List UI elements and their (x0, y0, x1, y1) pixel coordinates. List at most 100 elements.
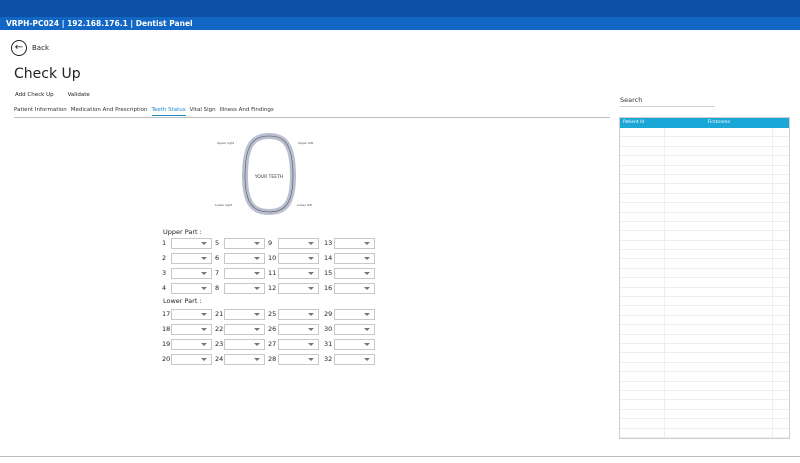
table-row[interactable] (620, 325, 789, 335)
table-row[interactable] (620, 259, 789, 269)
table-cell (620, 174, 665, 184)
tooth-number-label: 15 (324, 269, 333, 277)
table-row[interactable] (620, 315, 789, 326)
table-row[interactable] (620, 250, 789, 260)
tooth-number-label: 21 (215, 310, 224, 318)
tooth-number-label: 10 (268, 254, 277, 262)
tab-teeth-status[interactable]: Teeth Status (151, 107, 186, 116)
add-check-up-button[interactable]: Add Check Up (15, 92, 54, 98)
table-row[interactable] (620, 390, 789, 401)
tooth-status-dropdown[interactable] (224, 238, 265, 249)
tooth-status-dropdown[interactable] (171, 309, 212, 320)
tooth-status-dropdown[interactable] (224, 324, 265, 335)
tooth-status-dropdown[interactable] (224, 339, 265, 350)
column-header-patient-id[interactable]: Patient Id (620, 118, 665, 128)
top-bar (0, 0, 800, 17)
table-row[interactable] (620, 353, 789, 363)
table-row[interactable] (620, 165, 789, 175)
search-input[interactable] (620, 106, 715, 107)
back-button[interactable]: ← Back (11, 40, 49, 56)
tooth-status-dropdown[interactable] (278, 309, 319, 320)
chevron-down-icon (308, 358, 314, 361)
tooth-status-dropdown[interactable] (278, 354, 319, 365)
chevron-down-icon (364, 328, 370, 331)
tooth-status-dropdown[interactable] (278, 339, 319, 350)
tooth-status-dropdown[interactable] (224, 309, 265, 320)
column-header-firstname[interactable]: Firstname (665, 118, 773, 128)
table-cell (665, 362, 773, 372)
tooth-status-dropdown[interactable] (334, 268, 375, 279)
table-row[interactable] (620, 240, 789, 251)
tab-vital-sign[interactable]: Vital Sign (190, 107, 216, 116)
tooth-status-dropdown[interactable] (171, 339, 212, 350)
tooth-status-dropdown[interactable] (334, 339, 375, 350)
table-row[interactable] (620, 193, 789, 204)
table-row[interactable] (620, 419, 789, 429)
tooth-status-dropdown[interactable] (334, 354, 375, 365)
table-row[interactable] (620, 400, 789, 410)
chevron-down-icon (254, 313, 260, 316)
table-row[interactable] (620, 297, 789, 307)
tab-patient-information[interactable]: Patient Information (14, 107, 67, 116)
table-row[interactable] (620, 334, 789, 344)
table-row[interactable] (620, 428, 789, 438)
tooth-number-label: 26 (268, 325, 277, 333)
tooth-status-dropdown[interactable] (171, 253, 212, 264)
tooth-number-label: 5 (215, 239, 220, 247)
validate-button[interactable]: Validate (68, 92, 90, 98)
table-row[interactable] (620, 221, 789, 232)
table-row[interactable] (620, 128, 789, 138)
chevron-down-icon (201, 242, 207, 245)
tooth-status-dropdown[interactable] (278, 268, 319, 279)
table-row[interactable] (620, 362, 789, 373)
tab-strip: Patient Information Medication And Presc… (14, 107, 274, 116)
table-row[interactable] (620, 146, 789, 157)
table-cell (620, 409, 665, 419)
table-row[interactable] (620, 156, 789, 166)
tooth-status-dropdown[interactable] (171, 283, 212, 294)
tooth-status-dropdown[interactable] (278, 283, 319, 294)
tooth-status-dropdown[interactable] (278, 253, 319, 264)
table-cell (665, 221, 773, 231)
table-row[interactable] (620, 409, 789, 420)
chevron-down-icon (201, 257, 207, 260)
table-row[interactable] (620, 203, 789, 213)
tooth-number-label: 28 (268, 355, 277, 363)
tooth-status-dropdown[interactable] (278, 324, 319, 335)
tooth-status-dropdown[interactable] (334, 309, 375, 320)
table-row[interactable] (620, 372, 789, 382)
tooth-status-dropdown[interactable] (224, 283, 265, 294)
tab-medication-and-prescription[interactable]: Medication And Prescription (71, 107, 148, 116)
tooth-status-dropdown[interactable] (278, 238, 319, 249)
table-row[interactable] (620, 231, 789, 241)
tooth-status-dropdown[interactable] (224, 268, 265, 279)
table-row[interactable] (620, 137, 789, 147)
table-row[interactable] (620, 268, 789, 279)
tab-illness-and-findings[interactable]: Illness And Findings (220, 107, 274, 116)
table-row[interactable] (620, 381, 789, 391)
window-title: VRPH-PC024 | 192.168.176.1 | Dentist Pan… (0, 17, 800, 30)
tooth-status-dropdown[interactable] (334, 283, 375, 294)
tooth-status-dropdown[interactable] (224, 354, 265, 365)
table-row[interactable] (620, 212, 789, 222)
table-cell (620, 400, 665, 409)
table-row[interactable] (620, 184, 789, 194)
tooth-status-dropdown[interactable] (171, 268, 212, 279)
tooth-status-dropdown[interactable] (171, 324, 212, 335)
tooth-status-dropdown[interactable] (171, 238, 212, 249)
table-row[interactable] (620, 287, 789, 298)
lower-right-label: Lower right (215, 203, 233, 207)
table-row[interactable] (620, 278, 789, 288)
tooth-number-label: 12 (268, 284, 277, 292)
table-row[interactable] (620, 343, 789, 354)
tooth-status-dropdown[interactable] (334, 324, 375, 335)
table-row[interactable] (620, 174, 789, 185)
table-cell (620, 240, 665, 250)
upper-arch (242, 132, 296, 177)
tooth-status-dropdown[interactable] (224, 253, 265, 264)
table-row[interactable] (620, 306, 789, 316)
tooth-status-dropdown[interactable] (334, 253, 375, 264)
tooth-status-dropdown[interactable] (171, 354, 212, 365)
tooth-status-dropdown[interactable] (334, 238, 375, 249)
tooth-number-label: 7 (215, 269, 220, 277)
